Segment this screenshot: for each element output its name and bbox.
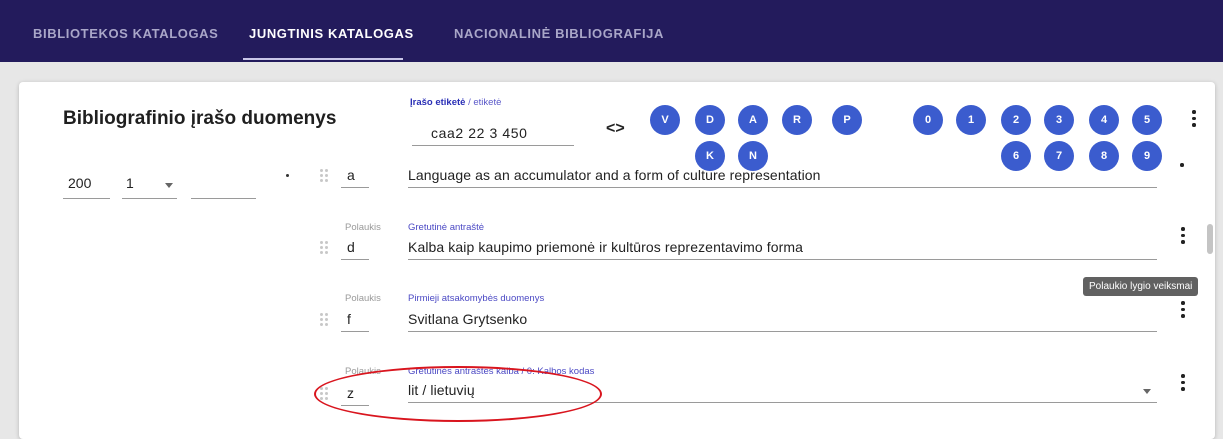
button-0[interactable]: 0 [913,105,943,135]
subfield-caption-label: Polaukis [345,293,381,304]
subfield-value-d[interactable]: Kalba kaip kaupimo priemonė ir kultūros … [408,236,1157,260]
subfield-menu-icon[interactable] [1179,301,1187,318]
drag-handle-icon[interactable] [320,241,328,254]
subfield-code-d[interactable]: d [341,236,369,260]
subfield-menu-icon[interactable] [1179,227,1187,244]
tooltip: Polaukio lygio veiksmai [1083,277,1199,296]
subfield-caption-f: Pirmieji atsakomybės duomenys [408,293,545,304]
active-tab-indicator [243,58,403,60]
button-4[interactable]: 4 [1089,105,1119,135]
indicator-1-select[interactable]: 1 [122,175,177,199]
chevron-down-icon [1143,389,1151,394]
chevron-down-icon [165,183,173,188]
page-title: Bibliografinio įrašo duomenys [63,108,337,129]
drag-handle-icon[interactable] [320,169,328,182]
record-label-caption: Įrašo etiketė / etiketė [410,97,501,108]
record-label-caption-primary: Įrašo etiketė [410,97,466,108]
subfield-caption-label: Polaukis [345,222,381,233]
indicator-2-input[interactable] [191,175,256,199]
button-p[interactable]: P [832,105,862,135]
subfield-value-a[interactable]: Language as an accumulator and a form of… [408,164,1157,188]
record-label-caption-secondary: / etiketė [465,97,502,108]
scrollbar-thumb[interactable] [1207,224,1213,254]
subfield-code-a[interactable]: a [341,164,369,188]
subfield-menu-icon[interactable] [1179,374,1187,391]
field-marker-dot [286,174,289,177]
red-annotation-ellipse [314,366,602,422]
indicator-1-value: 1 [126,175,134,191]
subfield-value-f[interactable]: Svitlana Grytsenko [408,308,1157,332]
drag-handle-icon[interactable] [320,313,328,326]
button-2[interactable]: 2 [1001,105,1031,135]
button-v[interactable]: V [650,105,680,135]
button-1[interactable]: 1 [956,105,986,135]
tab-nacionaline-bibliografija[interactable]: NACIONALINĖ BIBLIOGRAFIJA [454,26,664,41]
tab-bibliotekos-katalogas[interactable]: BIBLIOTEKOS KATALOGAS [33,26,218,41]
button-a[interactable]: A [738,105,768,135]
button-3[interactable]: 3 [1044,105,1074,135]
subfield-code-f[interactable]: f [341,308,369,332]
subfield-caption-d: Gretutinė antraštė [408,222,485,233]
code-view-icon[interactable]: <> [606,120,625,138]
record-card: Bibliografinio įrašo duomenys Įrašo etik… [19,82,1215,439]
button-d[interactable]: D [695,105,725,135]
tab-jungtinis-katalogas[interactable]: JUNGTINIS KATALOGAS [249,26,414,41]
field-tag-input[interactable]: 200 [63,175,110,199]
top-navigation-bar: BIBLIOTEKOS KATALOGAS JUNGTINIS KATALOGA… [0,0,1223,62]
record-menu-icon[interactable] [1190,110,1198,127]
field-menu-icon[interactable] [1178,163,1186,167]
record-label-input[interactable]: caa2 22 3 450 [412,120,574,146]
button-5[interactable]: 5 [1132,105,1162,135]
button-r[interactable]: R [782,105,812,135]
